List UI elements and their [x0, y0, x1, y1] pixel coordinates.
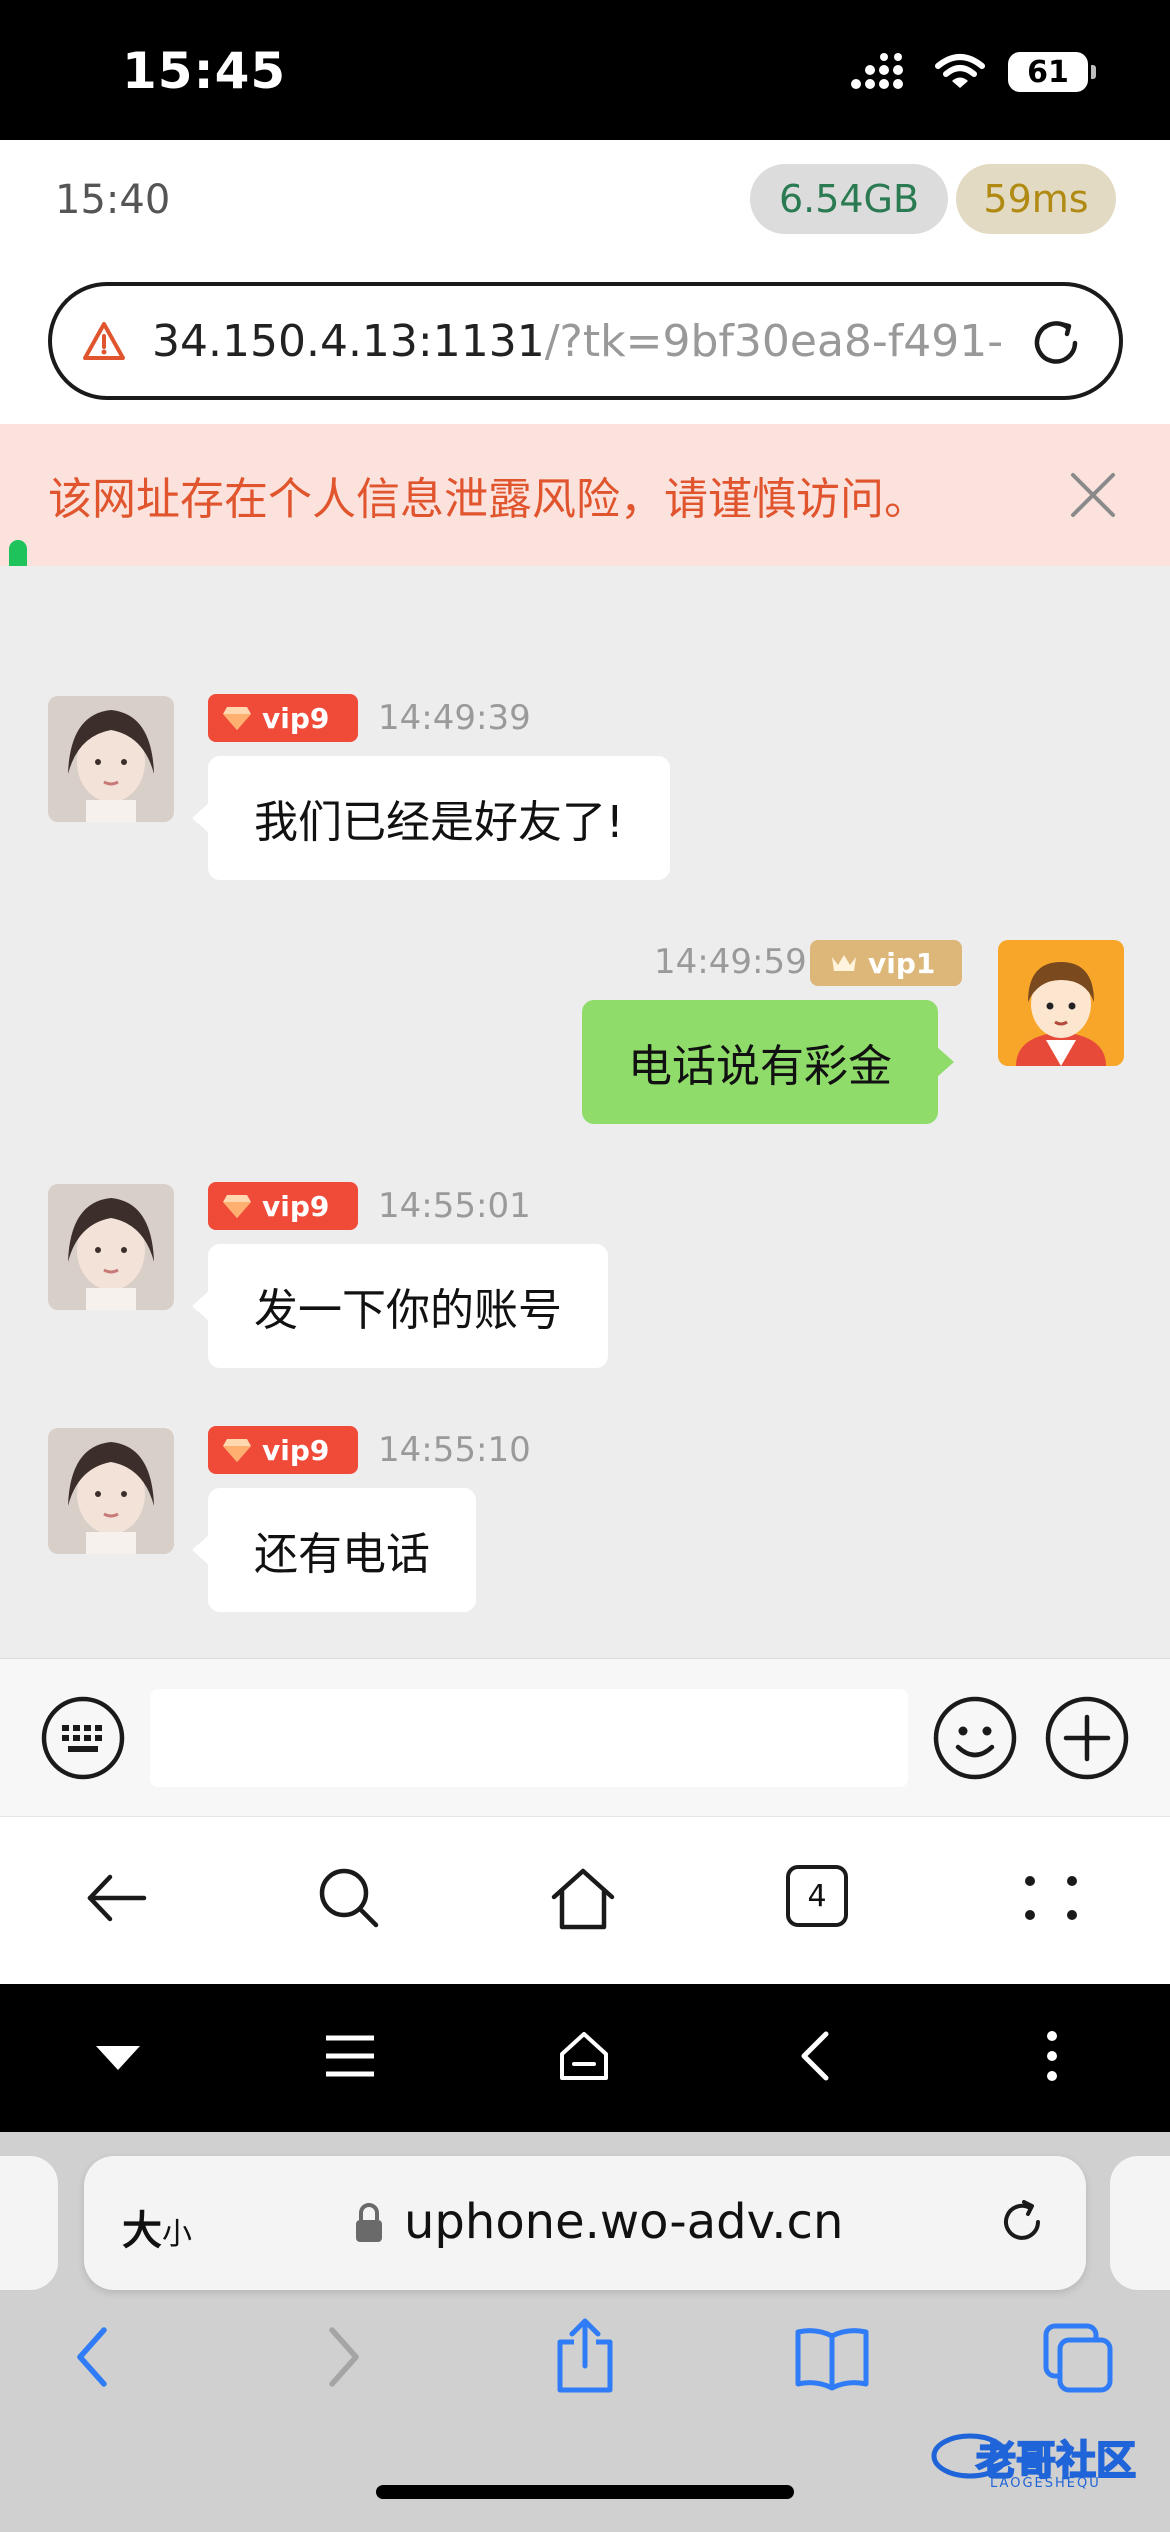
contact-avatar[interactable] — [48, 696, 174, 822]
my-avatar[interactable] — [998, 940, 1124, 1066]
close-icon[interactable] — [1068, 470, 1118, 520]
signal-icon — [851, 53, 903, 89]
ios-status-bar: 15:45 61 — [0, 0, 1170, 140]
page-size-button[interactable]: 大小 — [122, 2198, 192, 2256]
url-bar[interactable]: 34.150.4.13:1131/?tk=9bf30ea8-f491- — [48, 282, 1123, 400]
more-icon[interactable] — [1016, 1863, 1086, 1933]
vip-label: vip9 — [262, 1433, 330, 1467]
battery-icon: 61 — [1008, 52, 1096, 92]
vip-label: vip9 — [262, 1189, 330, 1223]
cloud-time: 15:40 — [55, 177, 171, 223]
android-home-icon[interactable] — [556, 2028, 612, 2084]
crown-icon — [832, 955, 856, 971]
home-icon[interactable] — [548, 1863, 618, 1933]
safari-forward-icon[interactable] — [312, 2322, 372, 2392]
reload-icon[interactable] — [1027, 314, 1085, 372]
share-icon[interactable] — [550, 2316, 620, 2394]
vip-badge: vip1 — [810, 940, 962, 986]
my-message-bubble[interactable]: 电话说有彩金 — [582, 1000, 954, 1124]
ios-status-icons: 61 — [850, 52, 1096, 92]
prev-tab-preview[interactable] — [0, 2156, 58, 2290]
kebab-icon[interactable] — [1024, 2028, 1080, 2084]
message-bubble[interactable]: 发一下你的账号 — [192, 1244, 608, 1368]
contact-avatar[interactable] — [48, 1184, 174, 1310]
risk-warning-banner: 该网址存在个人信息泄露风险，请谨慎访问。 — [0, 424, 1170, 566]
search-icon[interactable] — [314, 1863, 384, 1933]
memory-badge: 6.54GB — [750, 164, 948, 234]
gem-icon — [223, 707, 251, 730]
bookmarks-icon[interactable] — [794, 2322, 870, 2392]
gem-icon — [223, 1195, 251, 1218]
size-label-small: 小 — [162, 2217, 192, 2252]
ios-time: 15:45 — [122, 42, 287, 100]
tabs-overview-icon[interactable] — [1042, 2322, 1114, 2394]
cloud-phone-nav-bar — [0, 1984, 1170, 2132]
message-time: 14:55:10 — [378, 1430, 531, 1470]
warning-triangle-icon — [83, 322, 125, 360]
cloud-status-bar: 15:40 6.54GB 59ms — [0, 140, 1170, 260]
gem-icon — [223, 1439, 251, 1462]
size-label-big: 大 — [122, 2208, 162, 2254]
message-time: 14:49:59 — [654, 942, 807, 982]
safari-address-bar[interactable]: 大小 uphone.wo-adv.cn — [84, 2156, 1086, 2290]
avatar-image — [998, 940, 1124, 1066]
message-time: 14:49:39 — [378, 698, 531, 738]
plus-icon[interactable] — [1044, 1695, 1130, 1781]
safari-back-icon[interactable] — [64, 2322, 124, 2392]
avatar-image — [48, 1184, 174, 1310]
message-time: 14:55:01 — [378, 1186, 531, 1226]
risk-warning-text: 该网址存在个人信息泄露风险，请谨慎访问。 — [48, 474, 928, 525]
wifi-icon — [935, 54, 985, 88]
back-arrow-icon[interactable] — [82, 1863, 152, 1933]
safari-host: uphone.wo-adv.cn — [404, 2194, 844, 2250]
message-bubble[interactable]: 我们已经是好友了! — [192, 756, 670, 880]
home-indicator[interactable] — [376, 2485, 794, 2499]
message-input[interactable] — [150, 1689, 908, 1787]
lock-icon — [356, 2203, 382, 2242]
next-tab-preview[interactable] — [1110, 2156, 1170, 2290]
menu-icon[interactable] — [322, 2028, 378, 2084]
watermark: 老哥社区 LAOGESHEQU — [930, 2422, 1160, 2492]
watermark-sub: LAOGESHEQU — [990, 2476, 1101, 2491]
url-path: /?tk=9bf30ea8-f491- — [544, 315, 1004, 367]
vip-badge: vip9 — [208, 694, 358, 742]
chat-area[interactable]: vip9 14:49:39 我们已经是好友了! 14:49:59 vip1 电话… — [0, 566, 1170, 1658]
browser-nav-bar: 4 — [0, 1816, 1170, 1984]
tabs-icon[interactable]: 4 — [786, 1865, 848, 1927]
url-host: 34.150.4.13:1131 — [152, 315, 545, 367]
vip-badge: vip9 — [208, 1426, 358, 1474]
latency-badge: 59ms — [956, 164, 1116, 234]
vip-label: vip9 — [262, 701, 330, 735]
emoji-icon[interactable] — [932, 1695, 1018, 1781]
android-back-icon[interactable] — [790, 2028, 846, 2084]
keyboard-icon[interactable] — [40, 1695, 126, 1781]
avatar-image — [48, 1428, 174, 1554]
reload-icon[interactable] — [996, 2196, 1048, 2248]
contact-avatar[interactable] — [48, 1428, 174, 1554]
vip-badge: vip9 — [208, 1182, 358, 1230]
vip-label: vip1 — [868, 946, 936, 980]
message-bubble[interactable]: 还有电话 — [192, 1488, 476, 1612]
chat-input-bar — [0, 1658, 1170, 1816]
browser-url-section: 34.150.4.13:1131/?tk=9bf30ea8-f491- — [0, 260, 1170, 424]
collapse-icon[interactable] — [90, 2028, 146, 2084]
safari-toolbar: 大小 uphone.wo-adv.cn 老哥社区 LAOGESHEQU — [0, 2132, 1170, 2532]
avatar-image — [48, 696, 174, 822]
